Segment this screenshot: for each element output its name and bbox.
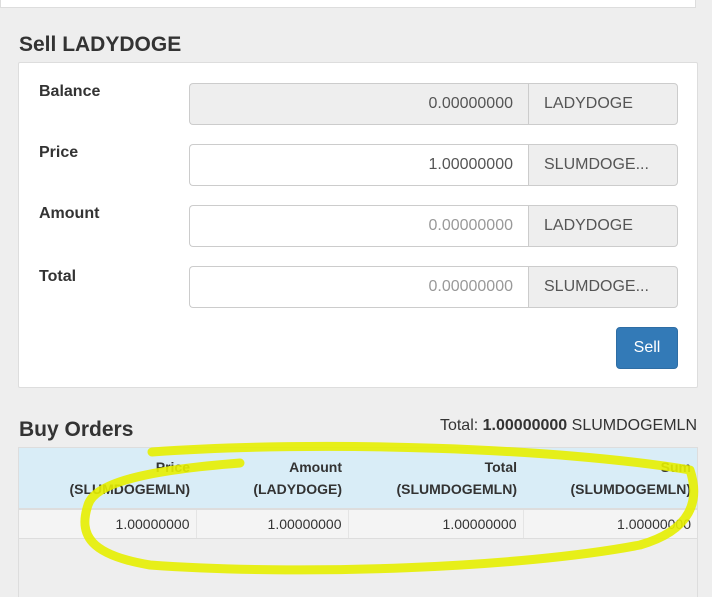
table-header-row: Price (SLUMDOGEMLN) Amount (LADYDOGE) To… bbox=[19, 448, 697, 510]
buy-orders-total: Total: 1.00000000 SLUMDOGEMLN bbox=[440, 417, 697, 435]
sell-button[interactable]: Sell bbox=[616, 327, 678, 369]
column-header-price[interactable]: Price (SLUMDOGEMLN) bbox=[19, 448, 196, 510]
total-unit: SLUMDOGE... bbox=[528, 266, 678, 308]
column-header-name: Amount bbox=[289, 459, 342, 475]
column-header-name: Sum bbox=[660, 459, 691, 475]
column-header-unit: (SLUMDOGEMLN) bbox=[396, 481, 517, 497]
total-field[interactable] bbox=[189, 266, 528, 308]
amount-label: Amount bbox=[39, 205, 100, 222]
cell-total: 1.00000000 bbox=[348, 509, 524, 539]
amount-unit: LADYDOGE bbox=[528, 205, 678, 247]
column-header-name: Total bbox=[484, 459, 517, 475]
cell-amount: 1.00000000 bbox=[196, 509, 349, 539]
column-header-name: Price bbox=[155, 459, 190, 475]
previous-panel-edge bbox=[0, 0, 696, 8]
price-field[interactable] bbox=[189, 144, 528, 186]
total-label: Total bbox=[39, 268, 77, 285]
sell-form-panel: Balance LADYDOGE Price SLUMDOGE... Amoun… bbox=[18, 62, 698, 388]
total-amount: 1.00000000 bbox=[482, 417, 568, 434]
column-header-sum[interactable]: Sum (SLUMDOGEMLN) bbox=[523, 448, 697, 510]
column-header-total[interactable]: Total (SLUMDOGEMLN) bbox=[348, 448, 523, 510]
total-currency: SLUMDOGEMLN bbox=[571, 417, 697, 434]
buy-orders-table-container: Price (SLUMDOGEMLN) Amount (LADYDOGE) To… bbox=[18, 447, 698, 597]
price-input-group: SLUMDOGE... bbox=[189, 144, 678, 186]
table-row[interactable]: 1.00000000 1.00000000 1.00000000 1.00000… bbox=[19, 509, 697, 539]
price-unit: SLUMDOGE... bbox=[528, 144, 678, 186]
column-header-amount[interactable]: Amount (LADYDOGE) bbox=[196, 448, 348, 510]
column-header-unit: (SLUMDOGEMLN) bbox=[570, 481, 691, 497]
amount-input-group: LADYDOGE bbox=[189, 205, 678, 247]
price-row: Price SLUMDOGE... bbox=[19, 144, 697, 186]
amount-row: Amount LADYDOGE bbox=[19, 205, 697, 247]
sell-title: Sell LADYDOGE bbox=[19, 33, 182, 56]
total-input-group: SLUMDOGE... bbox=[189, 266, 678, 308]
column-header-unit: (SLUMDOGEMLN) bbox=[69, 481, 190, 497]
price-label: Price bbox=[39, 144, 79, 161]
cell-price: 1.00000000 bbox=[19, 509, 197, 539]
total-row: Total SLUMDOGE... bbox=[19, 266, 697, 308]
cell-sum: 1.00000000 bbox=[523, 509, 697, 539]
buy-orders-table: Price (SLUMDOGEMLN) Amount (LADYDOGE) To… bbox=[19, 448, 697, 539]
balance-label: Balance bbox=[39, 83, 101, 100]
column-header-unit: (LADYDOGE) bbox=[253, 481, 342, 497]
balance-field bbox=[189, 83, 528, 125]
total-caption: Total: bbox=[439, 417, 479, 434]
balance-input-group: LADYDOGE bbox=[189, 83, 678, 125]
buy-orders-title: Buy Orders bbox=[19, 418, 134, 441]
balance-unit: LADYDOGE bbox=[528, 83, 678, 125]
amount-field[interactable] bbox=[189, 205, 528, 247]
balance-row: Balance LADYDOGE bbox=[19, 83, 697, 125]
